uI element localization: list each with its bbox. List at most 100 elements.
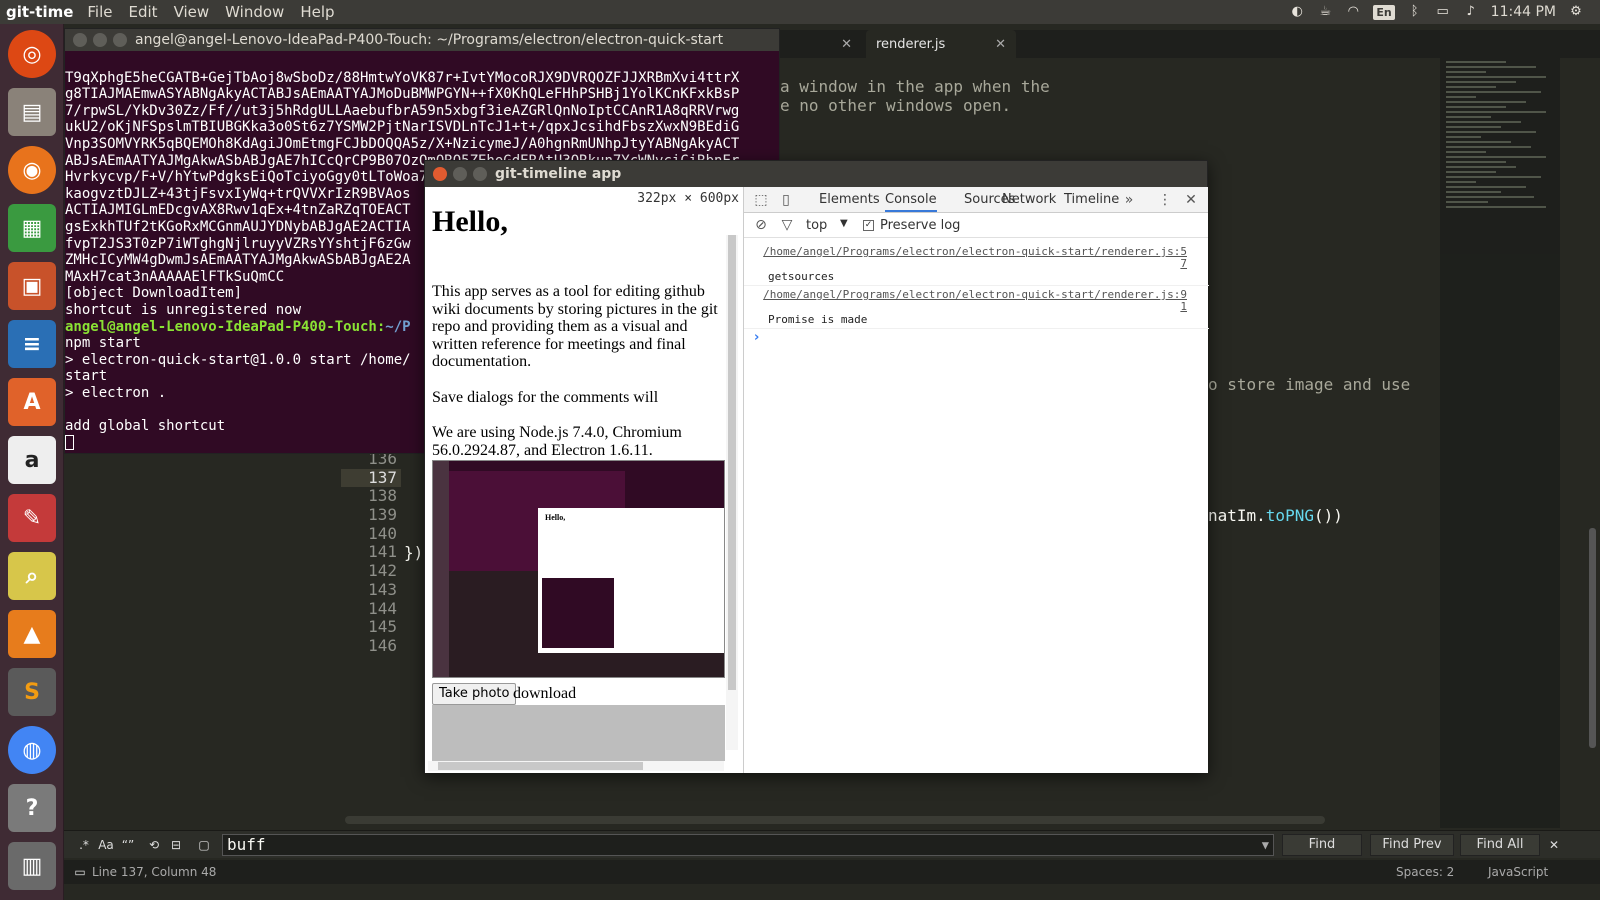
terminal-cursor	[65, 434, 74, 450]
close-devtools-icon[interactable]: ✕	[1182, 191, 1200, 209]
volume-icon[interactable]: ♪	[1463, 4, 1479, 20]
indentation-setting[interactable]: Spaces: 2	[1396, 865, 1454, 879]
line-number: 143	[368, 579, 397, 599]
code-line: a window in the app when the	[780, 77, 1050, 96]
filter-icon[interactable]: ▽	[778, 216, 796, 234]
status-bar: ▭ Line 137, Column 48 Spaces: 2 JavaScri…	[64, 860, 1600, 884]
page-horizontal-scrollbar[interactable]	[428, 761, 724, 771]
highlight-matches-toggle-icon[interactable]: ▢	[194, 835, 214, 855]
menu-file[interactable]: File	[79, 3, 120, 21]
writer-document-icon[interactable]: ≡	[8, 320, 56, 368]
settings-gear-icon[interactable]: ⚙	[1568, 4, 1584, 20]
console-source-link-tail[interactable]: 1	[1180, 300, 1187, 313]
minimize-window-icon[interactable]	[453, 167, 467, 181]
menu-help[interactable]: Help	[292, 3, 342, 21]
tab-elements[interactable]: Elements	[819, 192, 880, 207]
whole-word-toggle-icon[interactable]: “”	[118, 835, 138, 855]
find-input[interactable]: buff ▼	[222, 834, 1274, 856]
console-source-link-tail[interactable]: 7	[1180, 257, 1187, 270]
calc-spreadsheet-icon[interactable]: ▦	[8, 204, 56, 252]
menu-view[interactable]: View	[166, 3, 218, 21]
dropbox-icon[interactable]: ◐	[1289, 4, 1305, 20]
line-number: 145	[368, 617, 397, 637]
keyboard-layout-indicator[interactable]: En	[1373, 4, 1395, 20]
take-photo-button[interactable]: Take photo	[432, 683, 517, 705]
minimize-window-icon[interactable]	[93, 33, 107, 47]
preserve-log-checkbox[interactable]: ✓	[863, 220, 874, 231]
devtools-panel[interactable]: ⬚ ▯ Elements Console Sources Network Tim…	[743, 187, 1209, 773]
editor-vertical-scrollbar[interactable]	[1585, 58, 1600, 828]
clock[interactable]: 11:44 PM	[1491, 4, 1556, 20]
amazon-icon[interactable]: a	[8, 436, 56, 484]
find-button[interactable]: Find	[1282, 834, 1362, 856]
console-prompt-chevron-icon[interactable]: ›	[754, 330, 759, 345]
app-titlebar[interactable]: git-timeline app	[425, 161, 1207, 187]
impress-presentation-icon[interactable]: ▣	[8, 262, 56, 310]
syntax-selector[interactable]: JavaScript	[1488, 865, 1548, 879]
console-source-link[interactable]: /home/angel/Programs/electron/electron-q…	[763, 245, 1187, 258]
indicator-cup-icon[interactable]: ☕	[1317, 4, 1333, 20]
close-tab-icon[interactable]: ✕	[841, 37, 852, 52]
terminal-titlebar[interactable]: angel@angel-Lenovo-IdeaPad-P400-Touch: ~…	[65, 29, 779, 51]
preview-heading: Hello,	[545, 513, 566, 522]
help-icon[interactable]: ?	[8, 784, 56, 832]
chrome-icon[interactable]: ◍	[8, 726, 56, 774]
battery-icon[interactable]: ▭	[1435, 4, 1451, 20]
vlc-icon[interactable]: ▲	[8, 610, 56, 658]
chevron-down-icon[interactable]: ▼	[840, 218, 848, 229]
download-link[interactable]: download	[513, 685, 576, 703]
bluetooth-icon[interactable]: ᛒ	[1407, 4, 1423, 20]
find-prev-button[interactable]: Find Prev	[1370, 834, 1454, 856]
chevron-down-icon[interactable]: ▼	[1262, 835, 1269, 855]
in-selection-toggle-icon[interactable]: ⊟	[166, 835, 186, 855]
more-tabs-icon[interactable]: »	[1120, 191, 1138, 209]
panel-toggle-icon[interactable]: ▭	[70, 862, 90, 882]
ubuntu-dash-icon[interactable]: ◎	[8, 30, 56, 78]
menu-edit[interactable]: Edit	[121, 3, 166, 21]
close-window-icon[interactable]	[433, 167, 447, 181]
git-timeline-app-window[interactable]: git-timeline app 322px × 600px Hello, Th…	[424, 160, 1209, 773]
page-viewport[interactable]: 322px × 600px Hello, This app serves as …	[425, 187, 743, 773]
maximize-window-icon[interactable]	[473, 167, 487, 181]
find-panel: .* Aa “” ⟲ ⊟ ▢ buff ▼ Find Find Prev Fin…	[64, 830, 1600, 858]
scrollbar-thumb[interactable]	[1589, 528, 1596, 748]
find-query: buff	[227, 835, 266, 854]
image-viewer-icon[interactable]: ⌕	[8, 552, 56, 600]
maximize-window-icon[interactable]	[113, 33, 127, 47]
devtools-tab-bar: ⬚ ▯ Elements Console Sources Network Tim…	[744, 187, 1208, 213]
software-center-icon[interactable]: A	[8, 378, 56, 426]
device-toolbar-icon[interactable]: ▯	[777, 191, 795, 209]
wrap-toggle-icon[interactable]: ⟲	[144, 835, 164, 855]
scrollbar-thumb[interactable]	[728, 235, 736, 690]
close-tab-icon[interactable]: ✕	[995, 37, 1006, 52]
tab-timeline[interactable]: Timeline	[1064, 192, 1119, 207]
firefox-icon[interactable]: ◉	[8, 146, 56, 194]
menu-window[interactable]: Window	[217, 3, 292, 21]
tab-renderer-js[interactable]: renderer.js ✕	[866, 30, 1016, 58]
preserve-log-label: Preserve log	[880, 218, 961, 233]
context-selector[interactable]: top	[806, 218, 827, 233]
trash-icon[interactable]: ▥	[8, 842, 56, 890]
clear-console-icon[interactable]: ⊘	[752, 216, 770, 234]
files-icon[interactable]: ▤	[8, 88, 56, 136]
wifi-icon[interactable]: ◠	[1345, 4, 1361, 20]
find-all-button[interactable]: Find All	[1460, 834, 1540, 856]
page-vertical-scrollbar[interactable]	[726, 235, 738, 750]
minimap[interactable]	[1440, 58, 1560, 828]
tab-network-label[interactable]: Network	[1002, 192, 1056, 207]
system-settings-icon[interactable]: ✎	[8, 494, 56, 542]
terminal-line: ukU2/oKjNFSpslmTBIUBGKka3o0St6z7YSMW2Pjt…	[65, 119, 740, 136]
sublime-text-icon[interactable]: S	[8, 668, 56, 716]
close-find-icon[interactable]: ✕	[1544, 835, 1564, 855]
code-line: })	[404, 543, 424, 562]
regex-toggle-icon[interactable]: .*	[74, 835, 94, 855]
tab-unnamed[interactable]: ✕	[782, 30, 862, 58]
kebab-menu-icon[interactable]: ⋮	[1156, 191, 1174, 209]
tab-console[interactable]: Console	[885, 192, 937, 212]
console-source-link[interactable]: /home/angel/Programs/electron/electron-q…	[763, 288, 1187, 301]
case-sensitive-toggle-icon[interactable]: Aa	[96, 835, 116, 855]
close-window-icon[interactable]	[73, 33, 87, 47]
editor-horizontal-scrollbar[interactable]	[345, 816, 1325, 824]
inspect-element-icon[interactable]: ⬚	[752, 191, 770, 209]
scrollbar-thumb[interactable]	[438, 762, 643, 770]
